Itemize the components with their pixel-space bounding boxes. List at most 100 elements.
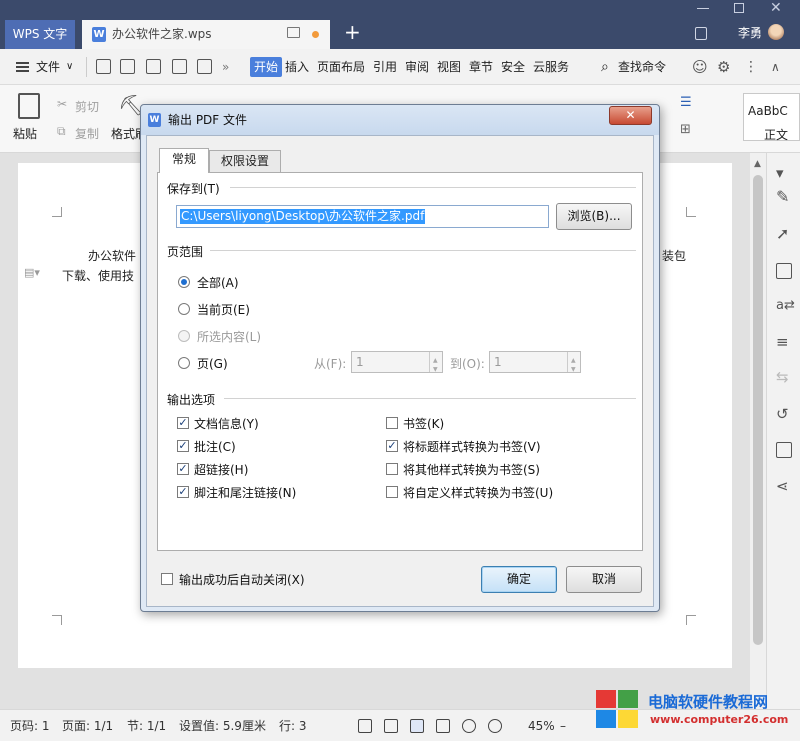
cursor-icon[interactable]: ➚ <box>776 226 792 242</box>
tab-insert[interactable]: 插入 <box>285 49 309 85</box>
tab-review[interactable]: 审阅 <box>405 49 429 85</box>
fullscreen-icon[interactable] <box>358 719 372 733</box>
dialog-title-bar[interactable]: W 输出 PDF 文件 ✕ <box>141 105 659 135</box>
command-search[interactable]: 查找命令 <box>618 49 666 85</box>
open-folder-icon[interactable] <box>96 59 111 74</box>
border-icon[interactable]: ⊞ <box>680 122 691 137</box>
feedback-icon[interactable]: ☺ <box>692 49 708 85</box>
export-pdf-icon[interactable] <box>146 59 161 74</box>
tab-references[interactable]: 引用 <box>373 49 397 85</box>
stepper-arrows-icon[interactable] <box>429 351 442 380</box>
comments-label[interactable]: 批注(C) <box>194 438 236 455</box>
user-name[interactable]: 李勇 <box>738 24 762 41</box>
tab-general[interactable]: 常规 <box>159 148 209 173</box>
footnotes-label[interactable]: 脚注和尾注链接(N) <box>194 484 296 501</box>
tab-permissions[interactable]: 权限设置 <box>209 150 281 172</box>
save-path-input[interactable]: C:\Users\liyong\Desktop\办公软件之家.pdf <box>176 205 549 228</box>
document-tab[interactable]: W 办公软件之家.wps <box>82 20 330 49</box>
web-view-icon[interactable] <box>462 719 476 733</box>
heading-bookmarks-label[interactable]: 将标题样式转换为书签(V) <box>403 438 541 455</box>
maximize-icon[interactable] <box>734 3 744 13</box>
page-count[interactable]: 页面: 1/1 <box>62 710 113 741</box>
comments-checkbox[interactable] <box>177 440 189 452</box>
range-pages-radio[interactable] <box>178 357 190 369</box>
tab-page-layout[interactable]: 页面布局 <box>317 49 365 85</box>
scroll-thumb[interactable] <box>753 175 763 645</box>
other-style-bookmarks-checkbox[interactable] <box>386 463 398 475</box>
pen-icon[interactable]: ✎ <box>776 189 792 205</box>
auto-close-label[interactable]: 输出成功后自动关闭(X) <box>179 571 305 588</box>
to-page-stepper[interactable]: 1 <box>489 351 581 380</box>
stepper-arrows-icon[interactable] <box>567 351 580 380</box>
cancel-button[interactable]: 取消 <box>566 566 642 593</box>
tab-view[interactable]: 视图 <box>437 49 461 85</box>
from-page-stepper[interactable]: 1 <box>351 351 443 380</box>
share-icon[interactable]: ⋖ <box>776 478 792 494</box>
zoom-out-button[interactable]: – <box>560 710 566 741</box>
lock-icon[interactable] <box>776 263 792 279</box>
section-count[interactable]: 节: 1/1 <box>127 710 166 741</box>
doc-info-checkbox[interactable] <box>177 417 189 429</box>
app-tab-wps[interactable]: WPS 文字 <box>5 20 75 49</box>
copy-button[interactable]: 复制 <box>75 125 99 142</box>
search-icon[interactable]: ⌕ <box>601 49 609 85</box>
style-gallery[interactable]: AaBbC 正文 <box>743 93 800 142</box>
minimize-icon[interactable] <box>697 8 709 9</box>
outline-icon[interactable]: ≡ <box>776 334 792 350</box>
custom-style-bookmarks-label[interactable]: 将自定义样式转换为书签(U) <box>403 484 553 501</box>
page-number[interactable]: 页码: 1 <box>10 710 50 741</box>
hyperlinks-checkbox[interactable] <box>177 463 189 475</box>
custom-style-bookmarks-checkbox[interactable] <box>386 486 398 498</box>
compare-icon[interactable]: ⇆ <box>776 369 792 385</box>
range-all-radio[interactable] <box>178 276 190 288</box>
zoom-level[interactable]: 45% <box>528 710 555 741</box>
close-window-icon[interactable]: ✕ <box>770 0 782 16</box>
tab-security[interactable]: 安全 <box>501 49 525 85</box>
scroll-up-icon[interactable]: ▲ <box>754 159 761 169</box>
print-icon[interactable] <box>172 59 187 74</box>
doc-info-label[interactable]: 文档信息(Y) <box>194 415 259 432</box>
eye-icon[interactable] <box>488 719 502 733</box>
file-menu[interactable]: 文件 <box>36 49 60 85</box>
auto-close-checkbox[interactable] <box>161 573 173 585</box>
dropdown-icon[interactable]: ▾ <box>776 165 792 181</box>
tab-home[interactable]: 开始 <box>250 57 283 77</box>
range-current-label[interactable]: 当前页(E) <box>197 301 250 318</box>
device-icon[interactable] <box>695 27 707 40</box>
browse-button[interactable]: 浏览(B)... <box>556 203 632 230</box>
ok-button[interactable]: 确定 <box>481 566 557 593</box>
bookmarks-label[interactable]: 书签(K) <box>403 415 444 432</box>
gallery-icon[interactable] <box>776 442 792 458</box>
collapse-ribbon-icon[interactable]: ∧ <box>771 49 780 85</box>
footnotes-checkbox[interactable] <box>177 486 189 498</box>
more-options-icon[interactable]: ⋮ <box>744 49 758 85</box>
save-icon[interactable] <box>120 59 135 74</box>
monitor-icon[interactable] <box>287 27 300 38</box>
paste-button[interactable]: 粘贴 <box>13 125 37 142</box>
translate-icon[interactable]: a⇄ <box>776 298 795 314</box>
paste-icon[interactable] <box>18 93 40 119</box>
outline-view-icon[interactable] <box>436 719 450 733</box>
menu-icon[interactable] <box>16 62 29 72</box>
new-tab-button[interactable]: + <box>344 21 361 43</box>
range-all-label[interactable]: 全部(A) <box>197 274 239 291</box>
cut-button[interactable]: 剪切 <box>75 98 99 115</box>
dialog-close-button[interactable]: ✕ <box>609 106 652 125</box>
more-icon[interactable]: » <box>222 49 229 85</box>
vertical-scrollbar[interactable]: ▲ <box>750 153 766 709</box>
history-icon[interactable]: ↺ <box>776 406 792 422</box>
setting-value[interactable]: 设置值: 5.9厘米 <box>179 710 266 741</box>
heading-bookmarks-checkbox[interactable] <box>386 440 398 452</box>
paragraph-icon[interactable]: ▤▾ <box>24 266 40 279</box>
chevron-down-icon[interactable]: ∨ <box>66 49 73 85</box>
gear-icon[interactable]: ⚙ <box>717 49 730 85</box>
page-view-icon[interactable] <box>410 719 424 733</box>
avatar[interactable] <box>768 24 784 40</box>
range-pages-label[interactable]: 页(G) <box>197 355 228 372</box>
hyperlinks-label[interactable]: 超链接(H) <box>194 461 248 478</box>
read-mode-icon[interactable] <box>384 719 398 733</box>
tab-chapter[interactable]: 章节 <box>469 49 493 85</box>
tab-cloud[interactable]: 云服务 <box>533 49 569 85</box>
other-style-bookmarks-label[interactable]: 将其他样式转换为书签(S) <box>403 461 540 478</box>
range-current-radio[interactable] <box>178 303 190 315</box>
